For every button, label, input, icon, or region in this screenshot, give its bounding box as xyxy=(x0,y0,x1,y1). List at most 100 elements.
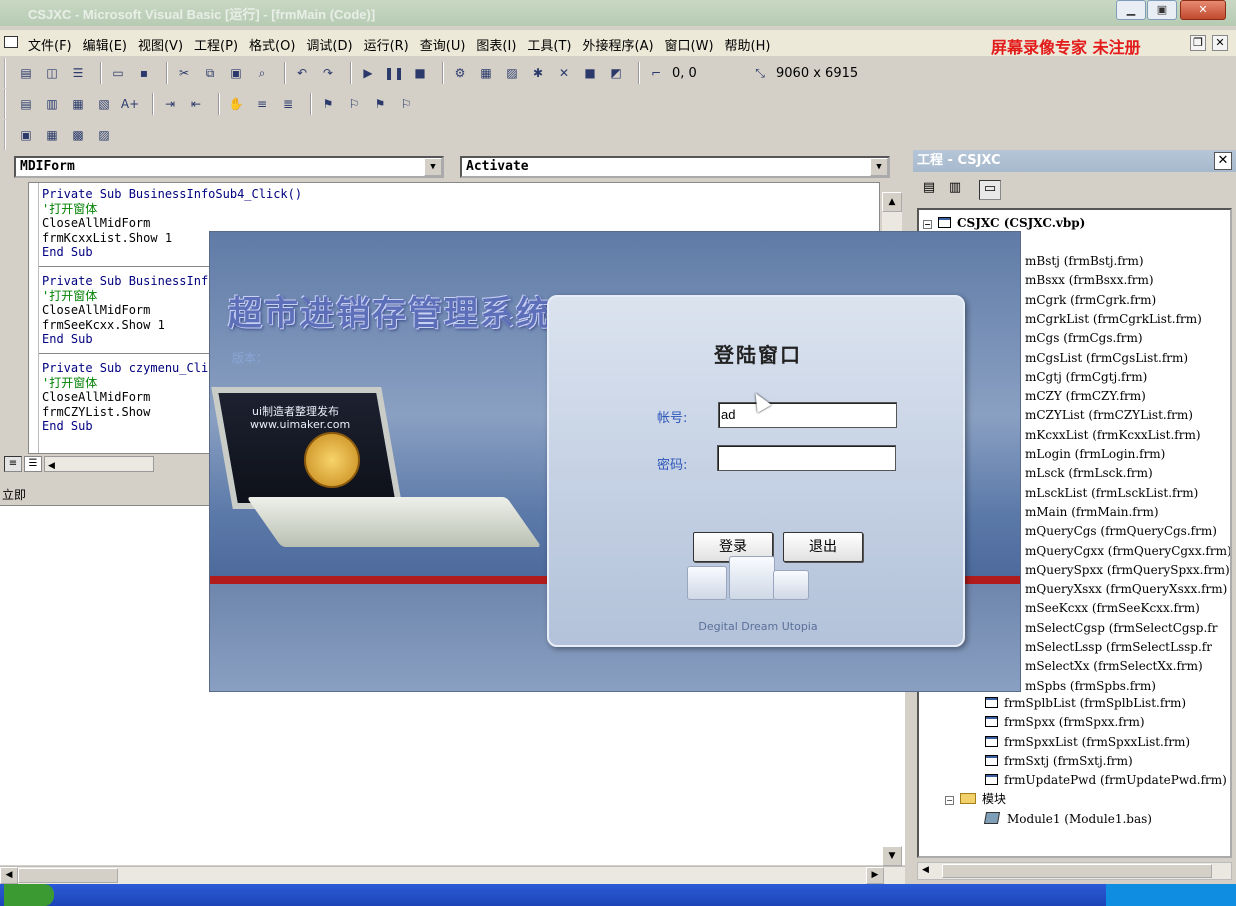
menu-item[interactable]: 外接程序(A) xyxy=(583,35,654,54)
collapse-icon[interactable]: − xyxy=(923,220,932,229)
code-horizontal-scrollbar[interactable]: ◀ xyxy=(44,456,154,472)
toggle-folders-icon[interactable]: ▭ xyxy=(979,180,1001,200)
outdent-icon[interactable]: ⇤ xyxy=(186,94,206,114)
tree-modules-folder[interactable]: − 模块 xyxy=(945,790,1006,808)
tree-form-item[interactable]: mQueryCgs (frmQueryCgs.frm) xyxy=(1025,522,1217,540)
visual-component-icon[interactable]: ◩ xyxy=(606,63,626,83)
tree-form-item[interactable]: mLsckList (frmLsckList.frm) xyxy=(1025,484,1198,502)
taskbar-item[interactable] xyxy=(190,886,280,904)
view-code-icon[interactable]: ▤ xyxy=(919,180,939,200)
tree-form-item[interactable]: mMain (frmMain.frm) xyxy=(1025,503,1159,521)
comment-block-icon[interactable]: ≡ xyxy=(252,94,272,114)
toolbox-icon[interactable]: ✕ xyxy=(554,63,574,83)
tree-form-item[interactable]: mLsck (frmLsck.frm) xyxy=(1025,464,1153,482)
tree-form-item[interactable]: mSeeKcxx (frmSeeKcxx.frm) xyxy=(1025,599,1200,617)
menu-item[interactable]: 帮助(H) xyxy=(725,35,771,54)
list-constants-icon[interactable]: ▥ xyxy=(42,94,62,114)
tree-form-item[interactable]: mQuerySpxx (frmQuerySpxx.frm) xyxy=(1025,561,1230,579)
tree-form-item[interactable]: mBsxx (frmBsxx.frm) xyxy=(1025,271,1154,289)
chevron-down-icon[interactable]: ▼ xyxy=(424,158,442,176)
maximize-button[interactable]: ▣ xyxy=(1147,0,1177,20)
send-to-back-icon[interactable]: ▦ xyxy=(42,125,62,145)
menu-item[interactable]: 编辑(E) xyxy=(83,35,127,54)
tree-form-item[interactable]: mSelectCgsp (frmSelectCgsp.fr xyxy=(1025,619,1217,637)
password-field[interactable] xyxy=(717,445,896,471)
align-icon[interactable]: ▩ xyxy=(68,125,88,145)
form-layout-icon[interactable]: ▨ xyxy=(502,63,522,83)
project-horizontal-scrollbar[interactable]: ◀ xyxy=(917,862,1232,880)
taskbar-item[interactable] xyxy=(460,886,550,904)
menu-item[interactable]: 调试(D) xyxy=(306,35,352,54)
add-project-icon[interactable]: ▤ xyxy=(16,63,36,83)
add-form-icon[interactable]: ◫ xyxy=(42,63,62,83)
procedure-view-icon[interactable]: ≡ xyxy=(4,456,22,472)
toggle-breakpoint-icon[interactable]: ✋ xyxy=(226,94,246,114)
mdi-restore-button[interactable]: ❐ xyxy=(1190,35,1206,51)
object-combo[interactable]: MDIForm ▼ xyxy=(14,156,444,178)
undo-icon[interactable]: ↶ xyxy=(292,63,312,83)
data-view-icon[interactable]: ■ xyxy=(580,63,600,83)
object-browser-icon[interactable]: ✱ xyxy=(528,63,548,83)
vb-app-icon[interactable] xyxy=(4,36,18,48)
tree-form-item[interactable]: mQueryCgxx (frmQueryCgxx.frm) xyxy=(1025,542,1230,560)
tree-form-item[interactable]: mKcxxList (frmKcxxList.frm) xyxy=(1025,426,1201,444)
tree-form-item[interactable]: mCgsList (frmCgsList.frm) xyxy=(1025,349,1188,367)
cut-icon[interactable]: ✂ xyxy=(174,63,194,83)
tree-form-item[interactable]: mCgrkList (frmCgrkList.frm) xyxy=(1025,310,1202,328)
find-icon[interactable]: ⌕ xyxy=(252,63,272,83)
tree-form-item[interactable]: mLogin (frmLogin.frm) xyxy=(1025,445,1165,463)
uncomment-block-icon[interactable]: ≣ xyxy=(278,94,298,114)
chevron-down-icon[interactable]: ▼ xyxy=(870,158,888,176)
menu-item[interactable]: 视图(V) xyxy=(138,35,183,54)
tree-form-item[interactable]: mCZY (frmCZY.frm) xyxy=(1025,387,1146,405)
scroll-left-icon[interactable]: ◀ xyxy=(45,461,55,471)
username-field[interactable]: ad xyxy=(718,402,897,428)
scroll-up-icon[interactable]: ▲ xyxy=(882,192,902,212)
tree-module-item[interactable]: Module1 (Module1.bas) xyxy=(983,810,1152,828)
tree-form-item[interactable]: mSelectXx (frmSelectXx.frm) xyxy=(1025,657,1203,675)
scroll-left-icon[interactable]: ◀ xyxy=(0,867,18,884)
tree-form-item[interactable]: mQueryXsxx (frmQueryXsxx.frm) xyxy=(1025,580,1227,598)
tree-form-item[interactable]: mSpbs (frmSpbs.frm) xyxy=(1025,677,1156,695)
close-icon[interactable]: ✕ xyxy=(1214,152,1232,170)
tree-form-item[interactable]: frmSpxxList (frmSpxxList.frm) xyxy=(985,733,1190,751)
previous-bookmark-icon[interactable]: ⚑ xyxy=(370,94,390,114)
scroll-right-icon[interactable]: ▶ xyxy=(866,867,884,884)
tree-form-item[interactable]: mCgtj (frmCgtj.frm) xyxy=(1025,368,1147,386)
properties-icon[interactable]: ▦ xyxy=(476,63,496,83)
minimize-button[interactable]: ▁ xyxy=(1116,0,1146,20)
list-properties-icon[interactable]: ▤ xyxy=(16,94,36,114)
view-object-icon[interactable]: ▥ xyxy=(945,180,965,200)
bookmark-icon[interactable]: ⚑ xyxy=(318,94,338,114)
pause-icon[interactable]: ❚❚ xyxy=(384,63,404,83)
redo-icon[interactable]: ↷ xyxy=(318,63,338,83)
taskbar-item[interactable] xyxy=(815,886,905,904)
taskbar-item[interactable] xyxy=(570,886,660,904)
paste-icon[interactable]: ▣ xyxy=(226,63,246,83)
save-icon[interactable]: ▪ xyxy=(134,63,154,83)
next-bookmark-icon[interactable]: ⚐ xyxy=(344,94,364,114)
scroll-thumb[interactable] xyxy=(18,868,118,883)
run-icon[interactable]: ▶ xyxy=(358,63,378,83)
menu-item[interactable]: 窗口(W) xyxy=(665,35,714,54)
menu-item[interactable]: 格式(O) xyxy=(249,35,295,54)
project-explorer-icon[interactable]: ⚙ xyxy=(450,63,470,83)
immediate-horizontal-scrollbar[interactable]: ◀ ▶ xyxy=(0,866,905,884)
quick-info-icon[interactable]: ▦ xyxy=(68,94,88,114)
menu-item[interactable]: 运行(R) xyxy=(364,35,409,54)
scroll-thumb[interactable] xyxy=(942,864,1212,878)
collapse-icon[interactable]: − xyxy=(945,796,954,805)
scroll-left-icon[interactable]: ◀ xyxy=(922,865,929,875)
taskbar-item[interactable] xyxy=(330,886,420,904)
full-module-view-icon[interactable]: ☰ xyxy=(24,456,42,472)
menu-item[interactable]: 工程(P) xyxy=(194,35,238,54)
tree-form-item[interactable]: frmSxtj (frmSxtj.frm) xyxy=(985,752,1133,770)
mdi-close-button[interactable]: ✕ xyxy=(1212,35,1228,51)
tree-form-item[interactable]: mCgs (frmCgs.frm) xyxy=(1025,329,1143,347)
tree-form-item[interactable]: mCgrk (frmCgrk.frm) xyxy=(1025,291,1156,309)
tree-form-item[interactable]: frmSplbList (frmSplbList.frm) xyxy=(985,694,1186,712)
lock-controls-icon[interactable]: ▨ xyxy=(94,125,114,145)
menu-item[interactable]: 文件(F) xyxy=(28,35,72,54)
tree-form-item[interactable]: frmUpdatePwd (frmUpdatePwd.frm) xyxy=(985,771,1227,789)
stop-icon[interactable]: ■ xyxy=(410,63,430,83)
